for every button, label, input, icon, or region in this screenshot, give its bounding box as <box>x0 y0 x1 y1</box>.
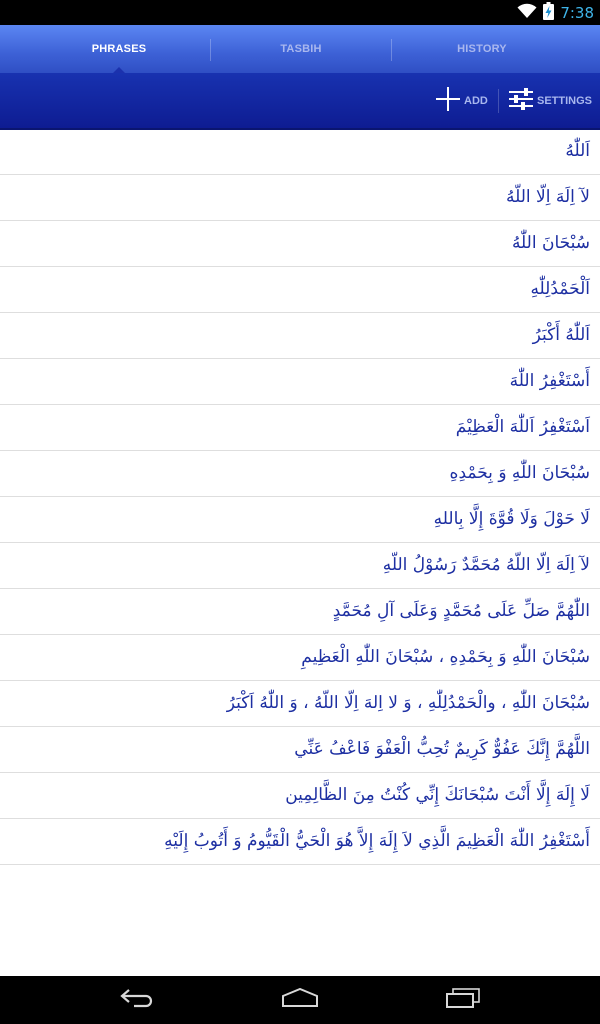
phrase-list: اَللّٰهُ لآ اِلَهَ اِلّا اللّهُ سُبْحَان… <box>0 129 600 865</box>
list-item[interactable]: اللّٰهُمَّ صَلِّ عَلَى مُحَمَّدٍ وَعَلَى… <box>0 589 600 635</box>
list-item[interactable]: لَا إِلَهَ إِلَّا أَنْتَ سُبْحَانَكَ إِن… <box>0 773 600 819</box>
add-button[interactable]: ADD <box>436 73 488 128</box>
list-item[interactable]: سُبْحَانَ اللّٰهِ وَ بِحَمْدِهِ <box>0 451 600 497</box>
list-item[interactable]: اَلْحَمْدُلِلّٰهِ <box>0 267 600 313</box>
action-bar: ADD SETTINGS <box>0 73 600 130</box>
status-time: 7:38 <box>560 3 594 22</box>
list-item[interactable]: سُبْحَانَ اللّٰهِ وَ بِحَمْدِهِ ، سُبْحَ… <box>0 635 600 681</box>
phrase-text: اَللّٰهُ أَكْبَرُ <box>532 325 590 345</box>
list-item[interactable]: اَللّٰهُ <box>0 129 600 175</box>
list-item[interactable]: لَا حَوْلَ وَلَا قُوَّةَ إِلَّا بِاللهِ <box>0 497 600 543</box>
list-item[interactable]: سُبْحَانَ اللّٰهُ <box>0 221 600 267</box>
back-button[interactable] <box>98 976 178 1024</box>
status-bar: 7:38 <box>0 0 600 25</box>
list-item[interactable]: أَسْتَغْفِرُ اللّٰهَ <box>0 359 600 405</box>
plus-icon <box>436 87 460 114</box>
back-icon <box>120 988 156 1012</box>
sliders-icon <box>509 87 533 114</box>
phrase-text: سُبْحَانَ اللّٰهِ وَ بِحَمْدِهِ ، سُبْحَ… <box>301 647 590 667</box>
status-icons: 7:38 <box>517 1 594 24</box>
tab-history[interactable]: HISTORY <box>392 25 572 73</box>
navigation-bar <box>0 976 600 1024</box>
phrase-text: أَسْتَغْفِرُ اللّٰهَ الْعَظِيمَ الَّذِي … <box>164 831 590 851</box>
list-item[interactable]: اَسْتَغْفِرُ اَللّٰهَ الْعَظِيْمَ <box>0 405 600 451</box>
home-icon <box>281 987 319 1012</box>
phrase-text: أَسْتَغْفِرُ اللّٰهَ <box>509 371 590 391</box>
wifi-icon <box>517 3 537 23</box>
list-item[interactable]: لآ اِلَهَ اِلّا اللّهُ <box>0 175 600 221</box>
phrase-text: لآ اِلَهَ اِلّا اللّهُ <box>506 187 590 207</box>
home-button[interactable] <box>260 976 340 1024</box>
recent-apps-icon <box>445 988 481 1012</box>
phrase-text: سُبْحَانَ اللّٰهِ ، والْحَمْدُلِلّٰهِ ، … <box>226 693 590 713</box>
phrase-text: اللَّهُمَّ إِنَّكَ عَفُوٌّ كَرِيمٌ تُحِب… <box>294 739 590 759</box>
phrase-text: سُبْحَانَ اللّٰهِ وَ بِحَمْدِهِ <box>449 463 590 483</box>
phrase-text: سُبْحَانَ اللّٰهُ <box>511 233 590 253</box>
list-item[interactable]: اللَّهُمَّ إِنَّكَ عَفُوٌّ كَرِيمٌ تُحِب… <box>0 727 600 773</box>
action-divider <box>498 89 499 113</box>
phrase-text: اَلْحَمْدُلِلّٰهِ <box>530 279 590 299</box>
list-item[interactable]: اَللّٰهُ أَكْبَرُ <box>0 313 600 359</box>
phrase-text: لآ اِلَهَ اِلّا اللّهُ مُحَمَّدٌ رَسُوْل… <box>382 555 590 575</box>
phrase-text: لَا حَوْلَ وَلَا قُوَّةَ إِلَّا بِاللهِ <box>433 509 590 529</box>
battery-charging-icon <box>543 1 555 24</box>
list-item[interactable]: سُبْحَانَ اللّٰهِ ، والْحَمْدُلِلّٰهِ ، … <box>0 681 600 727</box>
phrase-text: اَسْتَغْفِرُ اَللّٰهَ الْعَظِيْمَ <box>455 417 590 437</box>
tab-phrases[interactable]: PHRASES <box>29 25 209 73</box>
settings-button[interactable]: SETTINGS <box>509 73 592 128</box>
tab-tasbih[interactable]: TASBIH <box>211 25 391 73</box>
tab-bar: PHRASES TASBIH HISTORY <box>0 25 600 73</box>
list-item[interactable]: أَسْتَغْفِرُ اللّٰهَ الْعَظِيمَ الَّذِي … <box>0 819 600 865</box>
recent-apps-button[interactable] <box>423 976 503 1024</box>
phrase-text: اللّٰهُمَّ صَلِّ عَلَى مُحَمَّدٍ وَعَلَى… <box>332 601 590 621</box>
phrase-text: اَللّٰهُ <box>565 141 590 161</box>
list-item[interactable]: لآ اِلَهَ اِلّا اللّهُ مُحَمَّدٌ رَسُوْل… <box>0 543 600 589</box>
settings-label: SETTINGS <box>537 94 593 107</box>
phrase-text: لَا إِلَهَ إِلَّا أَنْتَ سُبْحَانَكَ إِن… <box>285 785 590 805</box>
add-label: ADD <box>464 94 488 107</box>
